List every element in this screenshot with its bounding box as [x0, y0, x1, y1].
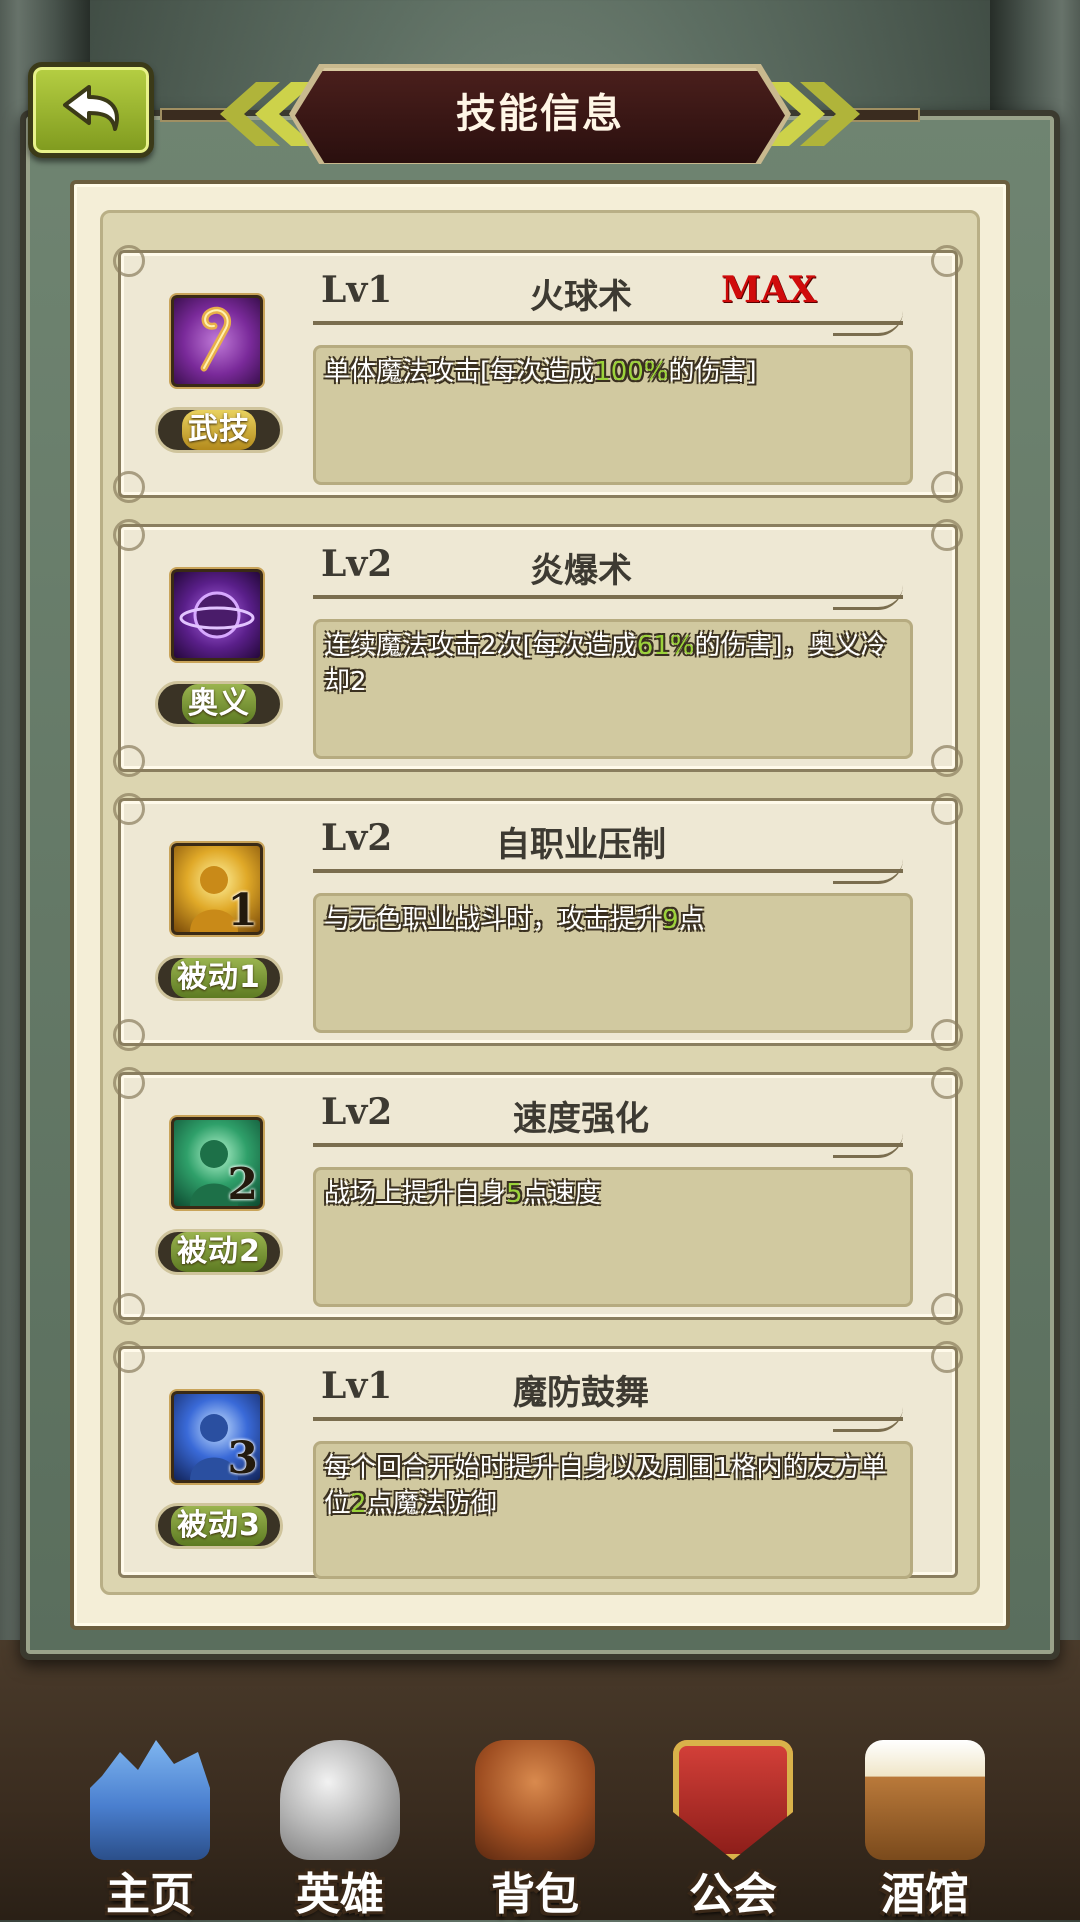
helmet-icon — [280, 1740, 400, 1860]
back-button[interactable] — [28, 62, 154, 158]
skill-card[interactable]: 武技 Lv1 火球术 MAX 单体魔法攻击[每次造成100%的伤害] — [113, 245, 963, 503]
skill-level: Lv2 — [321, 817, 393, 859]
skill-card[interactable]: 奥义 Lv2 炎爆术 连续魔法攻击2次[每次造成61%的伤害]，奥义冷却2 — [113, 519, 963, 777]
back-arrow-icon — [63, 85, 119, 131]
divider — [313, 595, 903, 610]
divider — [313, 1417, 903, 1432]
skill-type-badge: 被动3 — [155, 1503, 283, 1549]
skill-description: 连续魔法攻击2次[每次造成61%的伤害]，奥义冷却2 — [313, 619, 913, 759]
skill-name: 魔防鼓舞 — [513, 1373, 649, 1413]
nav-guild[interactable]: 公会 — [648, 1740, 818, 1920]
skill-type-badge: 被动2 — [155, 1229, 283, 1275]
nav-home[interactable]: 主页 — [65, 1740, 235, 1920]
passive-number: 3 — [227, 1433, 258, 1483]
passive-gold-icon: 1 — [171, 843, 263, 935]
staff-icon — [171, 295, 263, 387]
nav-heroes[interactable]: 英雄 — [255, 1740, 425, 1920]
skill-type-badge: 被动1 — [155, 955, 283, 1001]
dark-orb-icon — [171, 569, 263, 661]
passive-number: 2 — [227, 1159, 258, 1209]
skill-type-badge: 武技 — [155, 407, 283, 453]
skill-name: 炎爆术 — [530, 551, 632, 591]
divider — [313, 321, 903, 336]
skill-card[interactable]: 3 被动3 Lv1 魔防鼓舞 每个回合开始时提升自身以及周围1格内的友方单位2点… — [113, 1341, 963, 1579]
skill-description: 单体魔法攻击[每次造成100%的伤害] — [313, 345, 913, 485]
max-level-badge: MAX — [721, 269, 817, 311]
skill-name: 自职业压制 — [496, 825, 666, 865]
nav-bag[interactable]: 背包 — [450, 1740, 620, 1920]
skill-level: Lv2 — [321, 1091, 393, 1133]
skill-level: Lv2 — [321, 543, 393, 585]
passive-blue-icon: 3 — [171, 1391, 263, 1483]
skill-description: 战场上提升自身5点速度 — [313, 1167, 913, 1307]
skill-level: Lv1 — [321, 1365, 393, 1407]
skill-card[interactable]: 1 被动1 Lv2 自职业压制 与无色职业战斗时，攻击提升9点 — [113, 793, 963, 1051]
skill-description: 每个回合开始时提升自身以及周围1格内的友方单位2点魔法防御 — [313, 1441, 913, 1579]
skill-type-badge: 奥义 — [155, 681, 283, 727]
castle-icon — [90, 1740, 210, 1860]
passive-green-icon: 2 — [171, 1117, 263, 1209]
skill-description: 与无色职业战斗时，攻击提升9点 — [313, 893, 913, 1033]
skill-card[interactable]: 2 被动2 Lv2 速度强化 战场上提升自身5点速度 — [113, 1067, 963, 1325]
skill-name: 速度强化 — [513, 1099, 649, 1139]
guild-shield-icon — [673, 1740, 793, 1860]
divider — [313, 869, 903, 884]
divider — [313, 1143, 903, 1158]
page-title: 技能信息 — [456, 91, 624, 137]
beer-mug-icon — [865, 1740, 985, 1860]
passive-number: 1 — [227, 885, 258, 935]
backpack-icon — [475, 1740, 595, 1860]
skill-level: Lv1 — [321, 269, 393, 311]
title-bar: 技能信息 — [160, 64, 920, 164]
nav-tavern[interactable]: 酒馆 — [840, 1740, 1010, 1920]
bottom-nav: 主页 英雄 背包 公会 酒馆 — [0, 1740, 1080, 1920]
skill-name: 火球术 — [530, 277, 632, 317]
